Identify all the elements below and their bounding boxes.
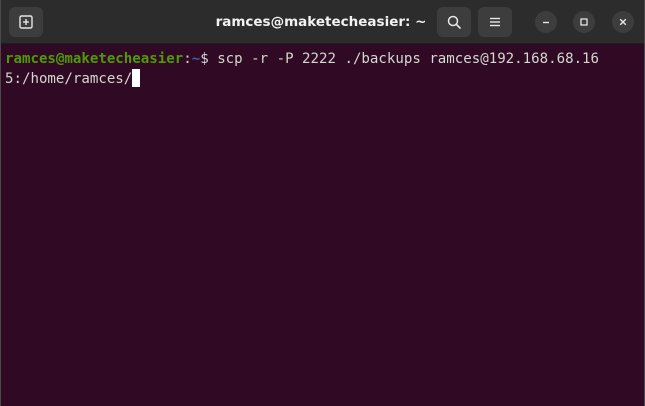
window-title: ramces@maketecheasier: ~ [215,14,427,30]
minimize-icon [543,21,549,24]
hamburger-menu-icon [490,17,500,27]
new-tab-icon [19,15,33,29]
close-button[interactable] [612,11,634,33]
command-text-line-2: 5:/home/ramces/ [5,71,133,87]
menu-button[interactable] [478,7,512,37]
search-icon [447,15,461,29]
maximize-button[interactable] [573,11,595,33]
terminal-window: ramces@maketecheasier: ~ ramces@maketech… [0,0,645,406]
title-bar[interactable]: ramces@maketecheasier: ~ [1,0,644,44]
scrollbar[interactable] [640,48,643,402]
new-tab-button[interactable] [9,7,43,37]
terminal-output[interactable]: ramces@maketecheasier:~$ scp -r -P 2222 … [5,49,637,399]
terminal-line-1: ramces@maketecheasier:~$ scp -r -P 2222 … [5,49,637,69]
prompt-path: ~ [191,51,201,67]
maximize-icon [580,18,588,26]
search-button[interactable] [437,7,471,37]
terminal-line-2: 5:/home/ramces/ [5,69,637,89]
prompt-colon: : [183,51,192,67]
minimize-button[interactable] [535,11,557,33]
close-icon [619,18,627,26]
prompt-symbol: $ [200,51,218,67]
prompt-user-host: ramces@maketecheasier [5,51,184,67]
text-cursor [132,69,141,87]
command-text-line-1: scp -r -P 2222 ./backups ramces@192.168.… [217,51,600,67]
